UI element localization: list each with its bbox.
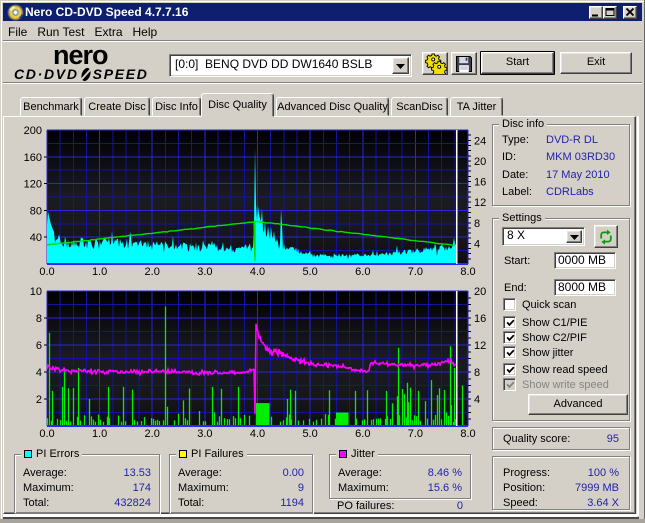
- svg-text:12: 12: [474, 197, 486, 209]
- svg-text:2: 2: [36, 394, 42, 406]
- svg-text:10: 10: [30, 286, 42, 298]
- svg-text:200: 200: [24, 125, 42, 137]
- svg-text:2.0: 2.0: [145, 266, 160, 278]
- svg-text:4: 4: [474, 238, 480, 250]
- svg-text:4: 4: [474, 394, 480, 406]
- svg-text:160: 160: [24, 152, 42, 164]
- svg-text:80: 80: [30, 205, 42, 217]
- svg-text:16: 16: [474, 177, 486, 189]
- svg-text:0.0: 0.0: [39, 266, 54, 278]
- svg-text:6: 6: [36, 340, 42, 352]
- svg-text:8.0: 8.0: [460, 266, 475, 278]
- svg-text:7.0: 7.0: [408, 266, 423, 278]
- svg-text:8: 8: [474, 218, 480, 230]
- svg-text:8: 8: [36, 313, 42, 325]
- svg-text:5.0: 5.0: [302, 266, 317, 278]
- svg-text:1.0: 1.0: [92, 428, 107, 440]
- svg-text:20: 20: [474, 156, 486, 168]
- svg-text:40: 40: [30, 232, 42, 244]
- svg-text:20: 20: [474, 286, 486, 298]
- svg-text:120: 120: [24, 179, 42, 191]
- svg-text:8: 8: [474, 367, 480, 379]
- svg-text:7.0: 7.0: [408, 428, 423, 440]
- svg-text:6.0: 6.0: [355, 428, 370, 440]
- svg-text:5.0: 5.0: [302, 428, 317, 440]
- svg-text:24: 24: [474, 135, 486, 147]
- svg-text:6.0: 6.0: [355, 266, 370, 278]
- svg-text:4.0: 4.0: [250, 266, 265, 278]
- svg-text:1.0: 1.0: [92, 266, 107, 278]
- svg-text:12: 12: [474, 340, 486, 352]
- svg-text:16: 16: [474, 313, 486, 325]
- svg-text:2.0: 2.0: [145, 428, 160, 440]
- svg-text:3.0: 3.0: [197, 266, 212, 278]
- svg-text:4: 4: [36, 367, 42, 379]
- svg-text:4.0: 4.0: [250, 428, 265, 440]
- svg-text:3.0: 3.0: [197, 428, 212, 440]
- svg-text:8.0: 8.0: [460, 428, 475, 440]
- svg-text:0.0: 0.0: [39, 428, 54, 440]
